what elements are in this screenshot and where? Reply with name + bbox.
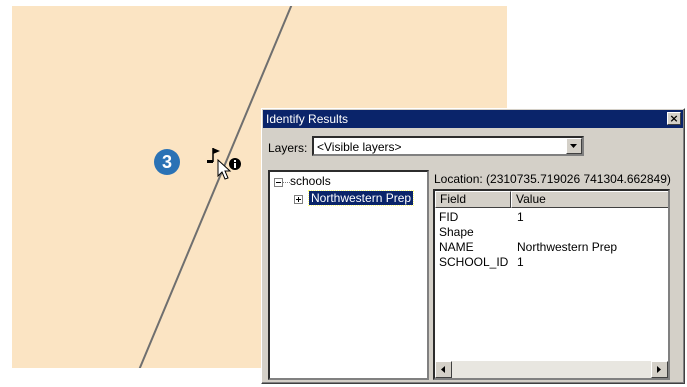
layers-selected-value: <Visible layers> bbox=[317, 140, 402, 154]
attribute-table[interactable]: Field Value FID 1 Shape NAME Northwester… bbox=[433, 189, 670, 380]
feature-tree[interactable]: schools Northwestern Prep bbox=[268, 170, 429, 380]
table-cell-value: 1 bbox=[517, 210, 524, 224]
expand-icon[interactable] bbox=[294, 195, 303, 204]
horizontal-scrollbar[interactable] bbox=[435, 361, 668, 378]
layers-dropdown[interactable]: <Visible layers> bbox=[312, 136, 584, 156]
title-bar[interactable]: Identify Results × bbox=[263, 110, 683, 128]
column-header-field[interactable]: Field bbox=[435, 191, 511, 208]
dialog-title: Identify Results bbox=[266, 112, 349, 126]
arrow-right-icon bbox=[657, 366, 661, 373]
identify-cursor-icon bbox=[207, 148, 251, 188]
location-readout: Location: (2310735.719026 741304.662849) bbox=[434, 172, 671, 186]
table-cell-value: Northwestern Prep bbox=[517, 240, 618, 254]
step-badge: 3 bbox=[154, 149, 180, 175]
close-button[interactable]: × bbox=[667, 112, 681, 125]
table-cell-value: 1 bbox=[517, 255, 524, 269]
tree-feature-northwestern-prep[interactable]: Northwestern Prep bbox=[307, 190, 415, 206]
table-cell-field: FID bbox=[439, 210, 459, 224]
layers-label: Layers: bbox=[268, 141, 308, 155]
info-icon bbox=[229, 158, 241, 170]
table-cell-field: Shape bbox=[439, 225, 474, 239]
identify-results-dialog: Identify Results × Layers: <Visible laye… bbox=[261, 108, 685, 384]
scroll-right-button[interactable] bbox=[651, 361, 668, 378]
scroll-left-button[interactable] bbox=[435, 361, 452, 378]
column-header-value[interactable]: Value bbox=[511, 191, 668, 208]
tree-layer-schools[interactable]: schools bbox=[290, 174, 331, 188]
table-cell-field: NAME bbox=[439, 240, 474, 254]
chevron-down-icon bbox=[570, 144, 577, 148]
arrow-left-icon bbox=[441, 366, 445, 373]
table-cell-field: SCHOOL_ID bbox=[439, 255, 509, 269]
collapse-icon[interactable] bbox=[274, 178, 283, 187]
dropdown-button[interactable] bbox=[566, 138, 582, 154]
